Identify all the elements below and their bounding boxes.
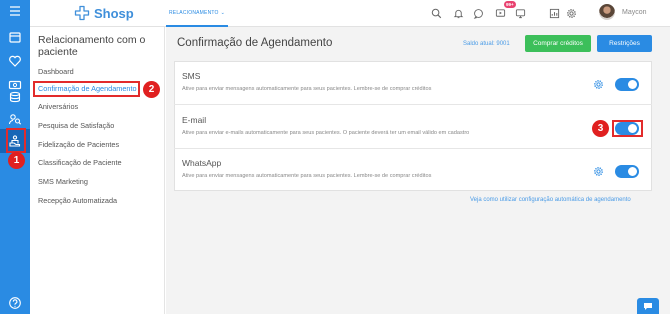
reports-button[interactable] <box>548 7 560 19</box>
help-icon <box>9 297 21 309</box>
divider <box>174 104 652 105</box>
highlight-menu-item <box>33 81 140 97</box>
menu-icon <box>10 6 20 16</box>
brand-logo[interactable]: Shosp <box>74 5 134 21</box>
sms-settings-icon[interactable] <box>593 79 604 90</box>
monitor-button[interactable] <box>514 7 526 19</box>
monitor-icon <box>515 8 525 18</box>
section-sidebar: Relacionamento com o paciente Dashboard … <box>30 27 165 314</box>
sidebar-item-classificacao-paciente[interactable]: Classificação de Paciente <box>38 158 122 167</box>
highlight-email-toggle <box>612 120 643 137</box>
chat-widget-button[interactable] <box>637 298 659 314</box>
whatsapp-settings-icon[interactable] <box>593 166 604 177</box>
toggle-knob <box>628 80 637 89</box>
user-name[interactable]: Maycon <box>622 9 647 16</box>
avatar[interactable] <box>599 4 615 20</box>
step-marker-2: 2 <box>143 81 160 98</box>
messages-button[interactable] <box>472 7 484 19</box>
page-title: Confirmação de Agendamento <box>177 37 333 49</box>
sidebar-item-recepcao-automatizada[interactable]: Recepção Automatizada <box>38 196 117 205</box>
chevron-down-icon: ⌄ <box>220 9 226 16</box>
sidebar-item-aniversarios[interactable]: Aniversários <box>38 102 78 111</box>
logo-cross-icon <box>74 5 90 21</box>
channel-sms-description: Ative para enviar mensagens automaticame… <box>182 86 432 92</box>
divider <box>174 148 652 149</box>
search-icon <box>431 8 441 18</box>
channel-whatsapp-description: Ative para enviar mensagens automaticame… <box>182 173 432 179</box>
step-marker-1: 1 <box>8 152 25 169</box>
search-button[interactable] <box>430 7 442 19</box>
chat-bubble-icon <box>644 302 652 310</box>
credit-balance: Saldo atual: 9001 <box>463 41 510 47</box>
highlight-rail-item <box>6 128 26 153</box>
channel-whatsapp-title: WhatsApp <box>182 158 222 168</box>
rail-help[interactable] <box>0 292 30 314</box>
step-marker-3: 3 <box>592 120 609 137</box>
bell-icon <box>453 9 463 18</box>
top-bar: Shosp RELACIONAMENTO ⌄ 99+ Maycon <box>30 0 670 27</box>
help-link[interactable]: Veja como utilizar configuração automáti… <box>470 197 631 203</box>
restrictions-button[interactable]: Restrições <box>597 35 652 52</box>
tab-relacionamento[interactable]: RELACIONAMENTO ⌄ <box>166 0 228 27</box>
tab-relacionamento-label: RELACIONAMENTO <box>168 9 219 16</box>
whatsapp-toggle[interactable] <box>615 165 639 178</box>
rail-heart[interactable] <box>0 50 30 72</box>
section-title: Relacionamento com o paciente <box>38 34 146 58</box>
notifications-button[interactable] <box>452 7 464 19</box>
sms-toggle[interactable] <box>615 78 639 91</box>
chat-icon <box>473 8 483 19</box>
sidebar-item-fidelizacao-pacientes[interactable]: Fidelização de Pacientes <box>38 140 119 149</box>
rail-users-search[interactable] <box>0 108 30 130</box>
settings-icon <box>566 8 576 18</box>
buy-credits-button[interactable]: Comprar créditos <box>525 35 591 52</box>
sidebar-item-pesquisa-satisfacao[interactable]: Pesquisa de Satisfação <box>38 121 114 130</box>
channels-card <box>174 61 652 191</box>
settings-button[interactable] <box>565 7 577 19</box>
rail-calendar[interactable] <box>0 26 30 48</box>
brand-name: Shosp <box>94 5 134 21</box>
sidebar-item-dashboard[interactable]: Dashboard <box>38 67 74 76</box>
rail-database[interactable] <box>0 86 30 108</box>
video-button[interactable] <box>494 7 506 19</box>
reports-icon <box>549 8 559 18</box>
toggle-knob <box>628 167 637 176</box>
channel-sms-title: SMS <box>182 71 201 81</box>
channel-email-title: E-mail <box>182 115 207 125</box>
video-icon <box>495 8 505 17</box>
database-icon <box>9 91 21 103</box>
menu-button[interactable] <box>0 0 30 22</box>
users-search-icon <box>8 114 22 125</box>
channel-email-description: Ative para enviar e-mails automaticament… <box>182 130 470 136</box>
heart-icon <box>9 55 21 67</box>
sidebar-item-sms-marketing[interactable]: SMS Marketing <box>38 177 88 186</box>
calendar-icon <box>9 32 21 43</box>
